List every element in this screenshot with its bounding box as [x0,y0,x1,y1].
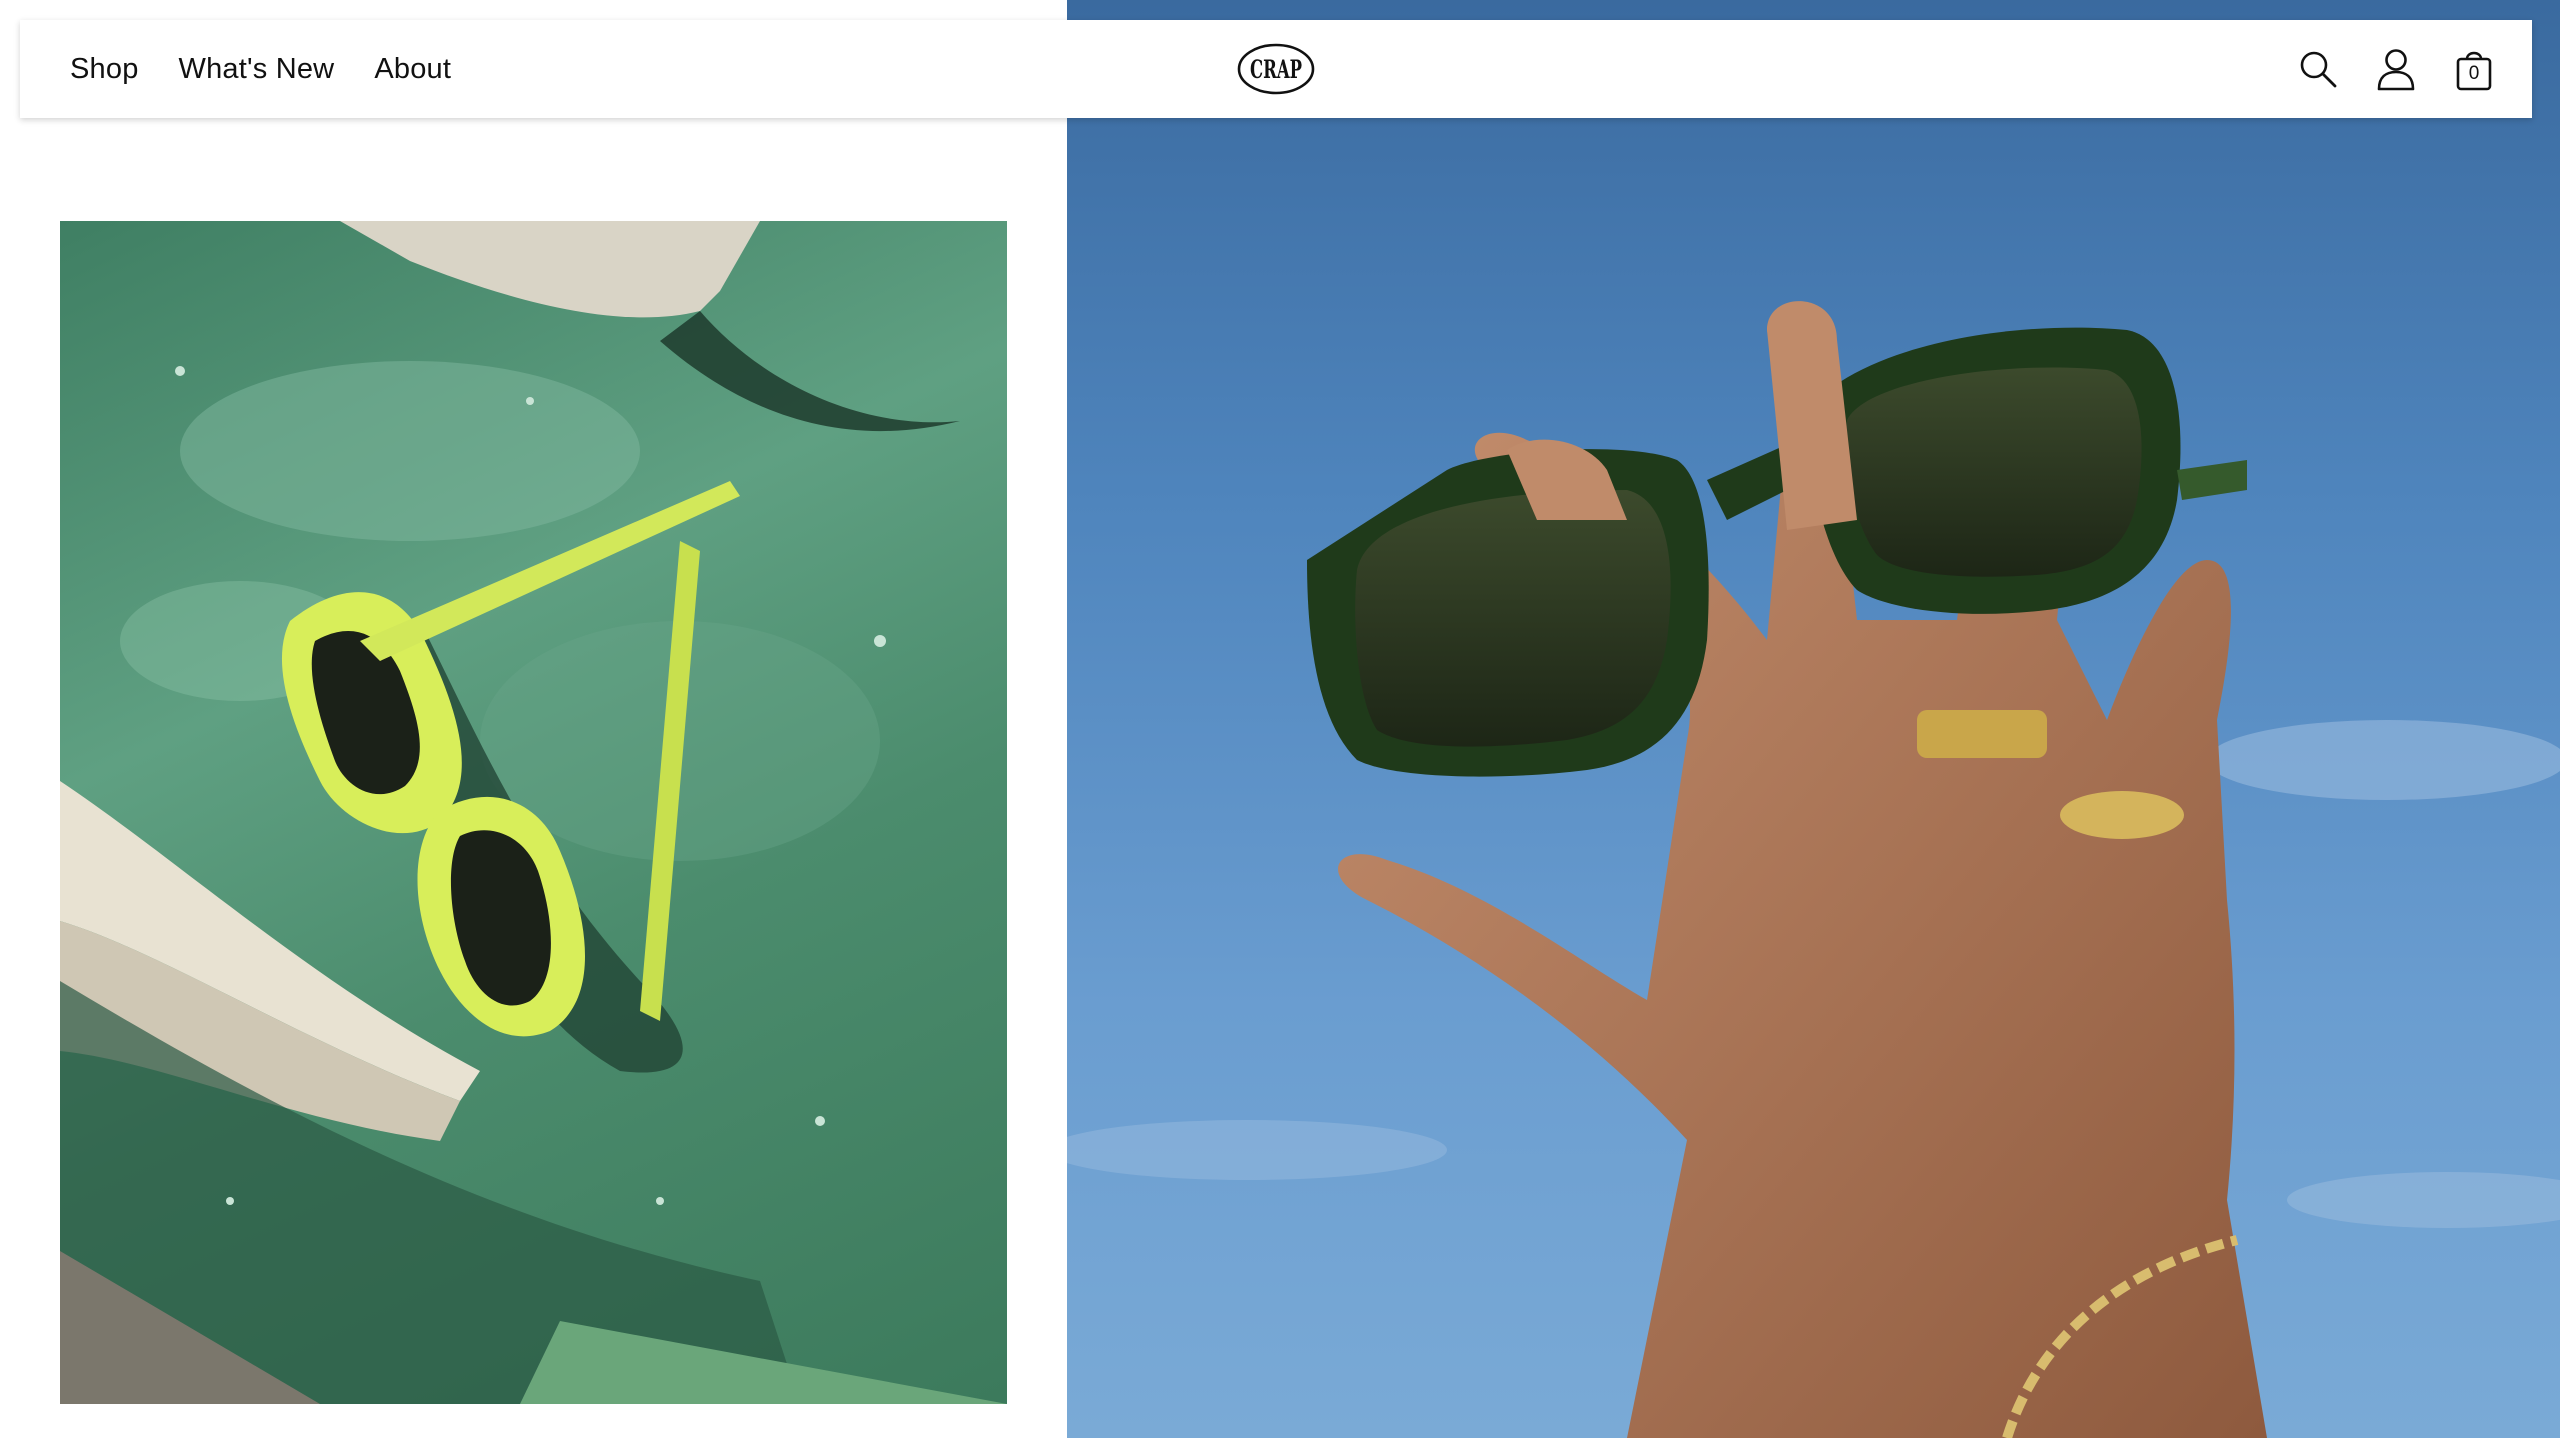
surfboard-sunglasses-photo [60,221,1007,1404]
bag-icon[interactable]: 0 [2454,47,2494,91]
cart-count: 0 [2468,63,2480,84]
brand-logo[interactable]: CRAP [1236,42,1316,96]
main-nav: Shop What's New About [70,53,451,86]
search-icon[interactable] [2298,47,2338,91]
hero-image-left [60,221,1007,1404]
nav-about[interactable]: About [374,53,451,86]
hero-image-right [1067,0,2560,1438]
site-header: Shop What's New About CRAP 0 [20,20,2532,118]
nav-whats-new[interactable]: What's New [179,53,335,86]
crap-logo-mark: CRAP [1237,43,1315,95]
hand-sunglasses-photo [1067,301,2560,1438]
user-icon[interactable] [2376,47,2416,91]
nav-shop[interactable]: Shop [70,53,139,86]
logo-text: CRAP [1250,55,1302,84]
header-actions: 0 [2298,47,2494,91]
